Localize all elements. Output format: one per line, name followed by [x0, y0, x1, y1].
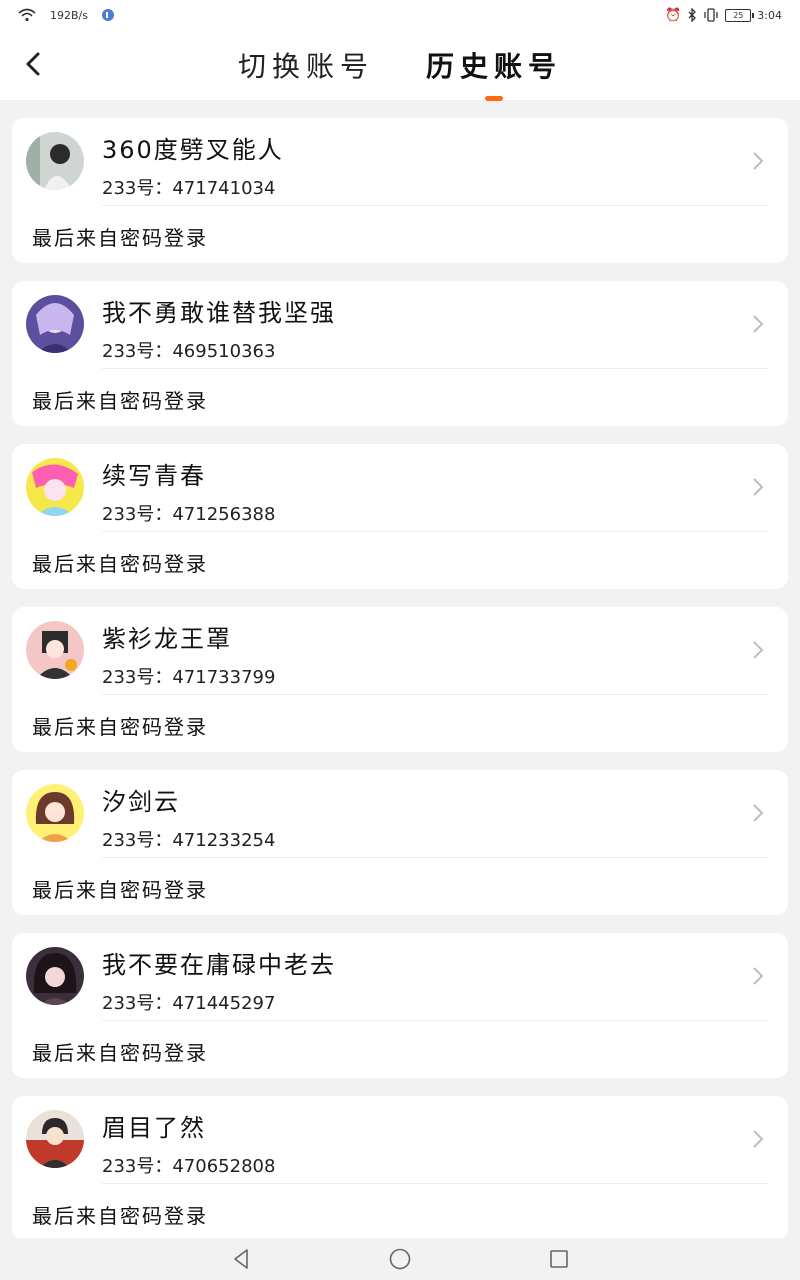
bluetooth-icon	[688, 8, 697, 22]
tab-switch-account[interactable]: 切换账号	[232, 45, 380, 85]
chevron-right-icon	[753, 478, 764, 496]
net-speed: 192B/s	[50, 8, 88, 22]
last-login-note: 最后来自密码登录	[32, 1041, 208, 1065]
last-login-note: 最后来自密码登录	[32, 715, 208, 739]
account-card[interactable]: 我不勇敢谁替我坚强 233号：469510363 最后来自密码登录	[12, 281, 788, 426]
last-login-note: 最后来自密码登录	[32, 1204, 208, 1228]
chevron-right-icon	[753, 967, 764, 985]
account-id: 233号：469510363	[102, 341, 276, 362]
chevron-right-icon	[753, 1130, 764, 1148]
system-nav-bar	[0, 1238, 800, 1280]
wifi-icon	[18, 8, 36, 22]
avatar	[26, 947, 84, 1005]
account-card[interactable]: 360度劈叉能人 233号：471741034 最后来自密码登录	[12, 118, 788, 263]
account-card[interactable]: 汐剑云 233号：471233254 最后来自密码登录	[12, 770, 788, 915]
account-id: 233号：471733799	[102, 667, 276, 688]
account-card[interactable]: 我不要在庸碌中老去 233号：471445297 最后来自密码登录	[12, 933, 788, 1078]
last-login-note: 最后来自密码登录	[32, 389, 208, 413]
account-name: 我不要在庸碌中老去	[102, 951, 336, 979]
account-name: 续写青春	[102, 462, 206, 490]
tab-history-account[interactable]: 历史账号	[420, 45, 568, 101]
account-id: 233号：471233254	[102, 830, 276, 851]
last-login-note: 最后来自密码登录	[32, 878, 208, 902]
account-name: 360度劈叉能人	[102, 136, 284, 164]
account-card[interactable]: 续写青春 233号：471256388 最后来自密码登录	[12, 444, 788, 589]
tab-label: 历史账号	[426, 50, 563, 83]
clock: 3:04	[757, 8, 782, 22]
divider	[102, 368, 768, 369]
header: 切换账号 历史账号	[0, 30, 800, 101]
account-name: 汐剑云	[102, 788, 180, 816]
tab-bar: 切换账号 历史账号	[0, 30, 800, 101]
alarm-icon: ⏰	[665, 7, 682, 23]
recents-square-icon[interactable]	[547, 1247, 571, 1271]
avatar	[26, 621, 84, 679]
divider	[102, 857, 768, 858]
chevron-right-icon	[753, 804, 764, 822]
divider	[102, 1020, 768, 1021]
account-name: 紫衫龙王罩	[102, 625, 232, 653]
last-login-note: 最后来自密码登录	[32, 226, 208, 250]
active-tab-indicator	[485, 96, 503, 101]
avatar	[26, 132, 84, 190]
chevron-right-icon	[753, 152, 764, 170]
avatar	[26, 784, 84, 842]
back-triangle-icon[interactable]	[229, 1247, 253, 1271]
avatar	[26, 458, 84, 516]
last-login-note: 最后来自密码登录	[32, 552, 208, 576]
account-list: 360度劈叉能人 233号：471741034 最后来自密码登录 我不勇敢谁替我…	[12, 118, 788, 1241]
vibrate-icon	[704, 8, 718, 22]
tab-label: 切换账号	[237, 50, 374, 83]
chevron-right-icon	[753, 641, 764, 659]
battery-level: 25	[733, 10, 744, 20]
account-card[interactable]: 眉目了然 233号：470652808 最后来自密码登录	[12, 1096, 788, 1241]
avatar	[26, 1110, 84, 1168]
account-id: 233号：471741034	[102, 178, 276, 199]
battery-icon: 25	[725, 8, 755, 22]
account-name: 眉目了然	[102, 1114, 206, 1142]
account-name: 我不勇敢谁替我坚强	[102, 299, 336, 327]
account-card[interactable]: 紫衫龙王罩 233号：471733799 最后来自密码登录	[12, 607, 788, 752]
account-id: 233号：471256388	[102, 504, 276, 525]
status-bar: 192B/s ⏰ 25 3:04	[0, 0, 800, 30]
chevron-right-icon	[753, 315, 764, 333]
music-icon	[101, 9, 114, 21]
account-id: 233号：470652808	[102, 1156, 276, 1177]
divider	[102, 205, 768, 206]
divider	[102, 1183, 768, 1184]
divider	[102, 694, 768, 695]
avatar	[26, 295, 84, 353]
home-circle-icon[interactable]	[388, 1247, 412, 1271]
account-id: 233号：471445297	[102, 993, 276, 1014]
divider	[102, 531, 768, 532]
